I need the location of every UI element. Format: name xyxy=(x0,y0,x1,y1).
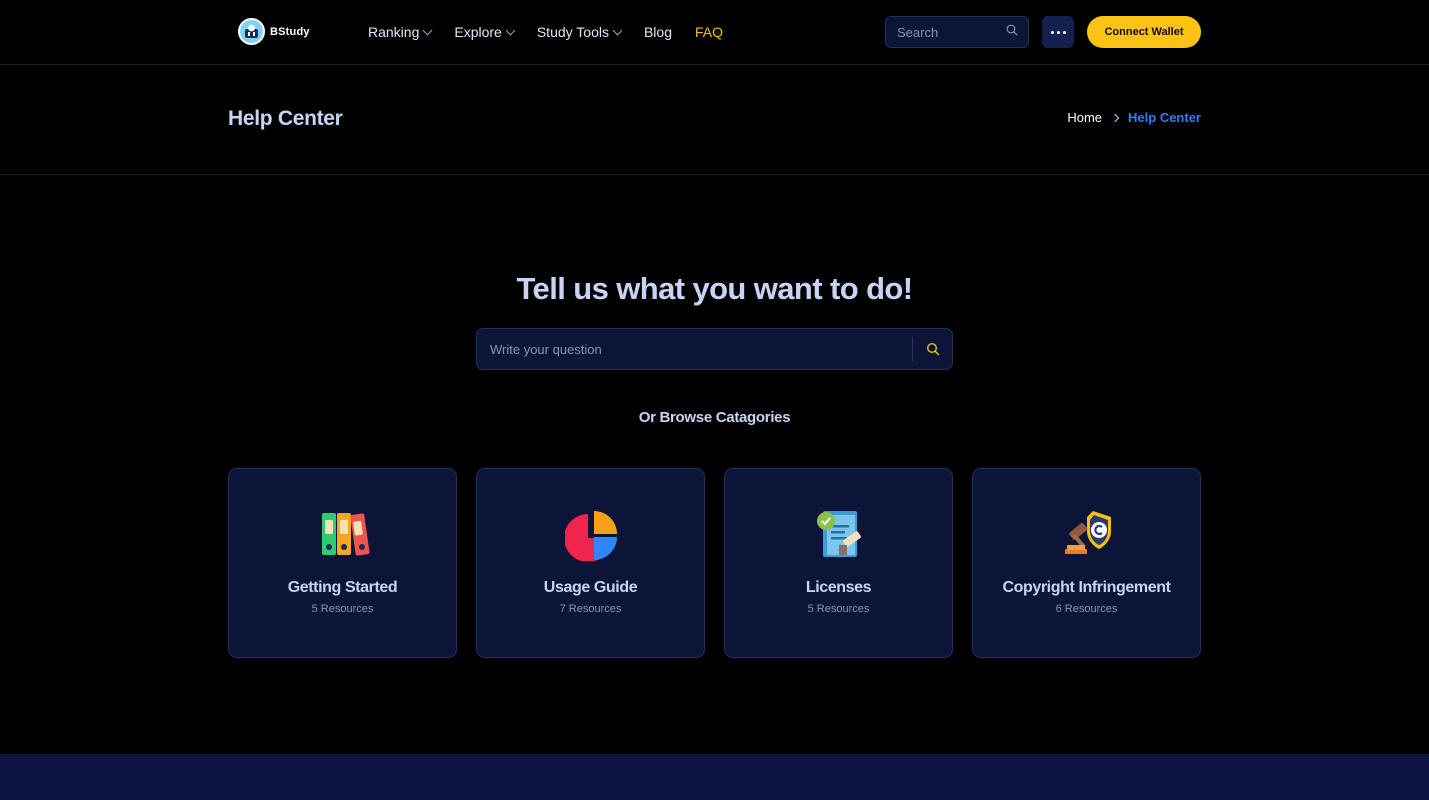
nav-blog-label: Blog xyxy=(643,24,672,40)
category-title: Copyright Infringement xyxy=(1002,579,1171,596)
more-dot xyxy=(1056,30,1060,34)
logo[interactable]: BStudy xyxy=(238,18,310,45)
question-placeholder: Write your question xyxy=(490,341,602,357)
category-count: 5 Resources xyxy=(807,603,870,615)
nav-study-tools[interactable]: Study Tools xyxy=(536,24,623,40)
more-options-button[interactable] xyxy=(1042,16,1074,48)
chevron-right-icon xyxy=(1110,113,1120,122)
search-placeholder: Search xyxy=(897,24,939,40)
category-card-licenses[interactable]: Licenses 5 Resources xyxy=(724,468,953,658)
more-dot xyxy=(1062,30,1066,34)
nav-faq[interactable]: FAQ xyxy=(695,24,723,40)
category-card-usage-guide[interactable]: Usage Guide 7 Resources xyxy=(476,468,705,658)
nav-ranking-label: Ranking xyxy=(368,24,420,40)
certificate-icon xyxy=(813,507,867,561)
category-title: Getting Started xyxy=(287,579,398,596)
category-title: Usage Guide xyxy=(543,579,638,596)
chevron-down-icon xyxy=(612,25,623,36)
browse-categories-title: Or Browse Catagories xyxy=(638,409,791,426)
logo-text: BStudy xyxy=(270,25,310,38)
main-nav: Ranking Explore Study Tools Blog FAQ xyxy=(368,22,746,42)
connect-wallet-button[interactable]: Connect Wallet xyxy=(1087,16,1201,48)
category-title: Licenses xyxy=(805,579,872,596)
more-horizontal-icon xyxy=(1050,30,1054,34)
top-navbar: BStudy Ranking Explore Study Tools Blog … xyxy=(0,0,1429,65)
category-cards: Getting Started 5 Resources Usage Guide … xyxy=(228,468,1201,658)
page-title-bar: Help Center Home Help Center xyxy=(0,65,1429,175)
breadcrumb-current: Help Center xyxy=(1128,110,1201,125)
category-card-getting-started[interactable]: Getting Started 5 Resources xyxy=(228,468,457,658)
footer-strip xyxy=(0,754,1429,800)
category-card-copyright-infringement[interactable]: Copyright Infringement 6 Resources xyxy=(972,468,1201,658)
pie-chart-icon xyxy=(564,507,619,562)
nav-study-tools-label: Study Tools xyxy=(536,24,609,40)
gavel-copyright-icon xyxy=(1061,507,1115,561)
nav-ranking[interactable]: Ranking xyxy=(368,24,433,40)
logo-icon xyxy=(238,18,265,45)
search-icon[interactable] xyxy=(1006,23,1018,41)
nav-faq-label: FAQ xyxy=(695,24,724,40)
question-search-button[interactable] xyxy=(913,329,952,369)
hero-title: Tell us what you want to do! xyxy=(516,271,914,306)
chevron-down-icon xyxy=(422,25,433,36)
nav-blog[interactable]: Blog xyxy=(644,24,672,40)
nav-explore-label: Explore xyxy=(454,24,502,40)
search-icon xyxy=(926,342,939,356)
search-input[interactable]: Search xyxy=(885,16,1029,48)
breadcrumb: Home Help Center xyxy=(1067,110,1201,125)
category-count: 6 Resources xyxy=(1055,603,1118,615)
page-title: Help Center xyxy=(228,107,343,130)
breadcrumb-home[interactable]: Home xyxy=(1067,110,1102,125)
chevron-down-icon xyxy=(505,25,516,36)
category-count: 7 Resources xyxy=(559,603,622,615)
nav-explore[interactable]: Explore xyxy=(454,24,516,40)
category-count: 5 Resources xyxy=(311,603,374,615)
question-search-field[interactable]: Write your question xyxy=(476,328,953,370)
binders-icon xyxy=(317,507,371,561)
